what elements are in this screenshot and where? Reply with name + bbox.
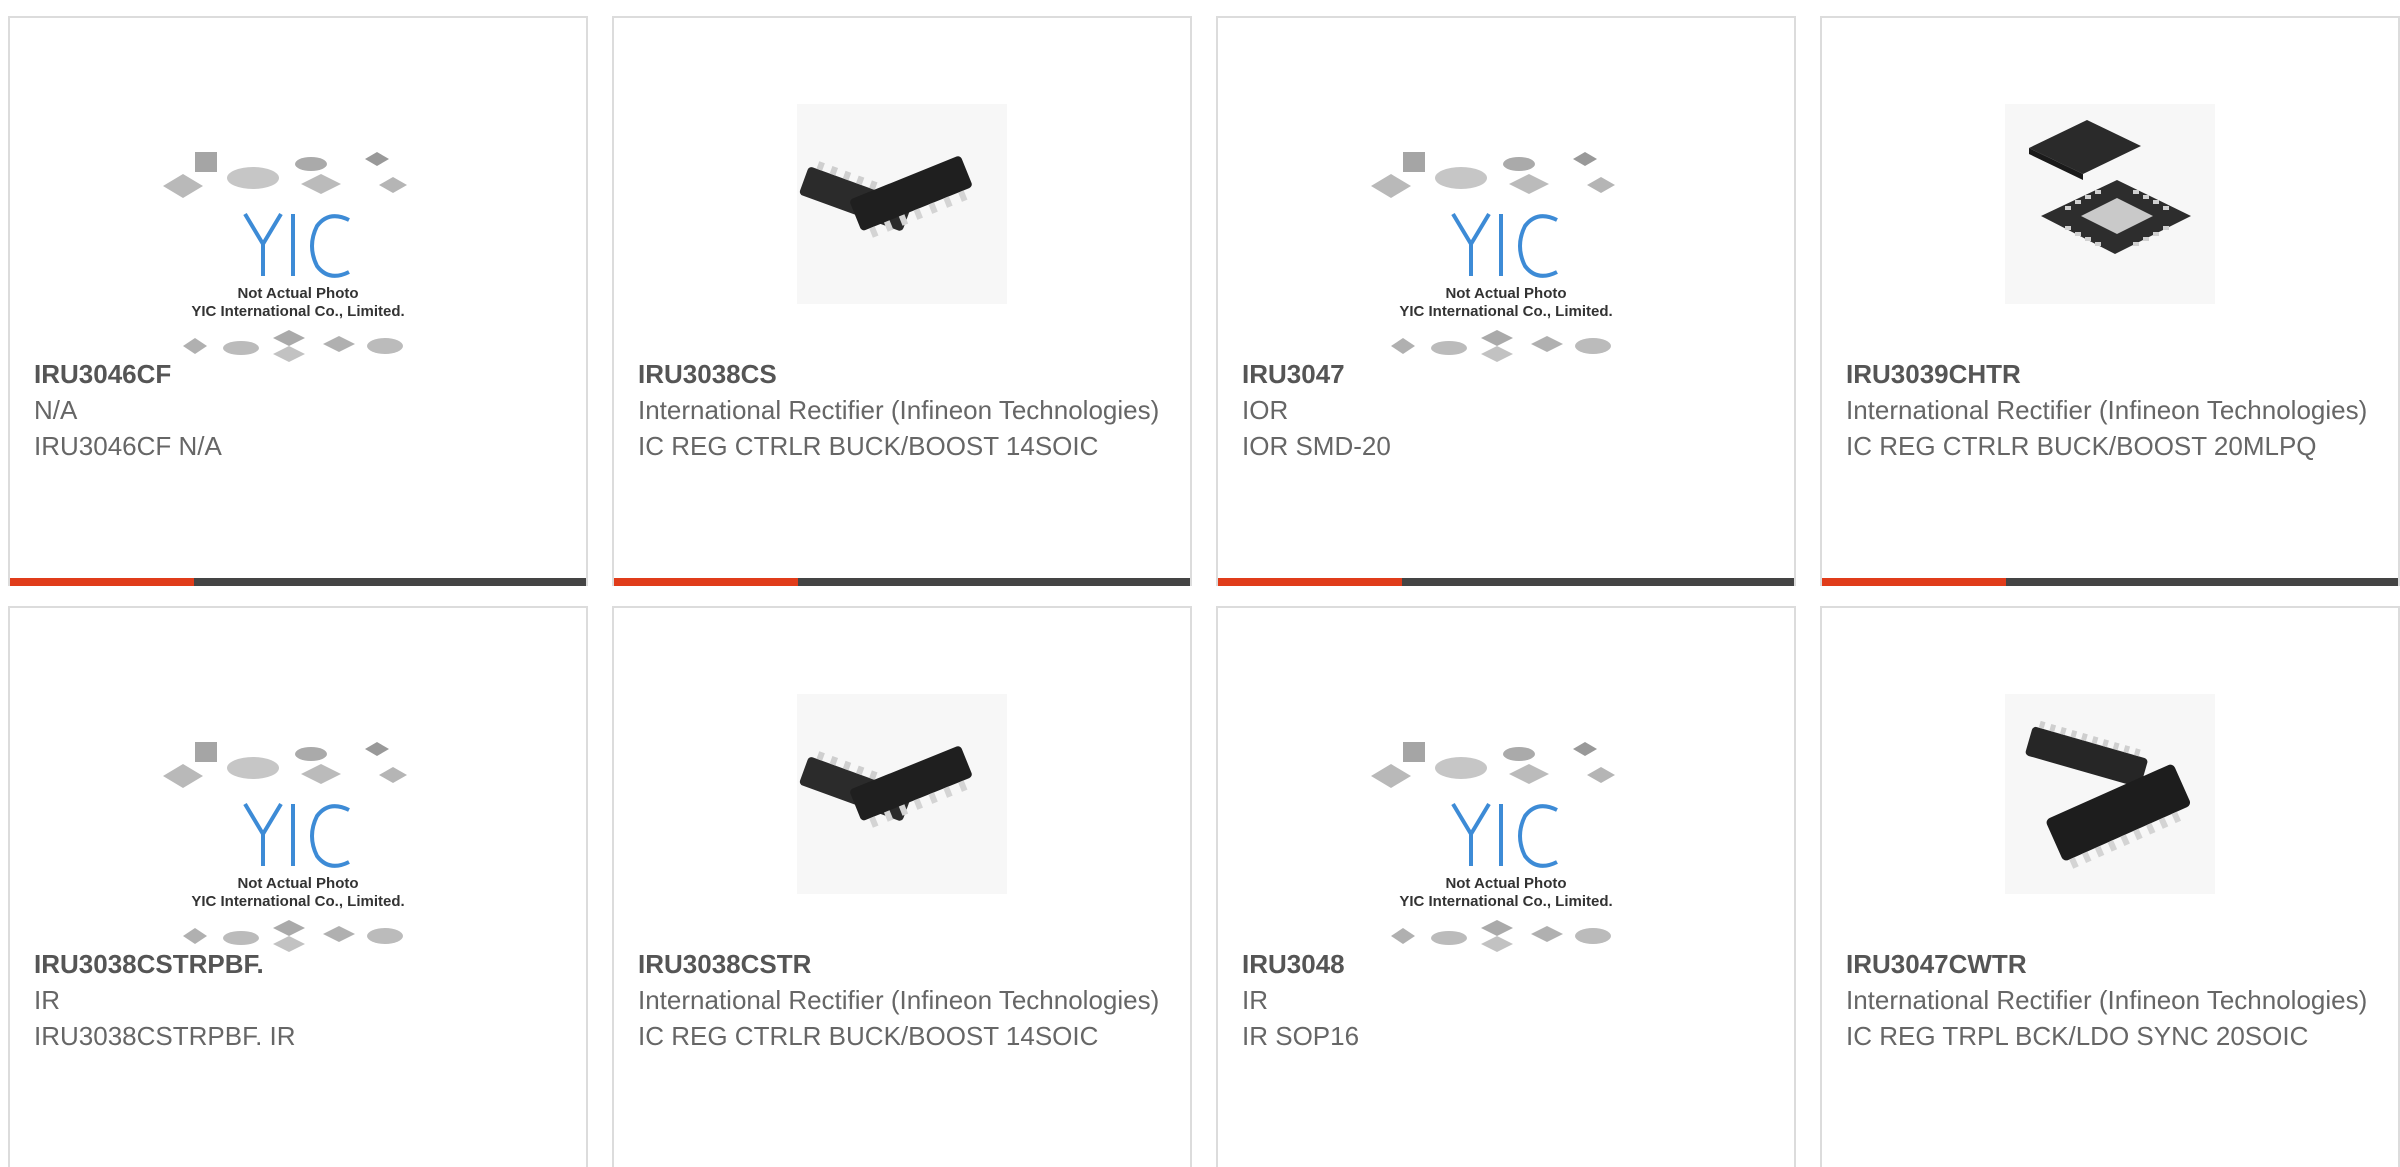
placeholder-image-icon: Not Actual Photo YIC International Co., … bbox=[163, 742, 407, 952]
part-number[interactable]: IRU3047 bbox=[1242, 356, 1770, 392]
part-number[interactable]: IRU3048 bbox=[1242, 946, 1770, 982]
description: IR SOP16 bbox=[1242, 1021, 1360, 1051]
manufacturer: International Rectifier (Infineon Techno… bbox=[1846, 395, 2368, 425]
card-bottom-bar bbox=[1822, 578, 2398, 586]
svg-text:YIC International Co., Limited: YIC International Co., Limited. bbox=[191, 893, 404, 910]
product-image[interactable]: Not Actual Photo YIC International Co., … bbox=[10, 668, 586, 958]
manufacturer: IR bbox=[34, 985, 60, 1015]
part-number[interactable]: IRU3039CHTR bbox=[1846, 356, 2374, 392]
part-number[interactable]: IRU3038CS bbox=[638, 356, 1166, 392]
description: IC REG CTRLR BUCK/BOOST 14SOIC bbox=[638, 431, 1099, 461]
soic-20-chip-icon bbox=[2005, 694, 2215, 894]
part-number[interactable]: IRU3038CSTRPBF. bbox=[34, 946, 562, 982]
card-accent-bar bbox=[1822, 578, 2007, 586]
svg-text:Not Actual Photo: Not Actual Photo bbox=[1445, 875, 1566, 892]
card-accent-bar bbox=[614, 578, 799, 586]
placeholder-image-icon: Not Actual Photo YIC International Co., … bbox=[1371, 742, 1615, 952]
card-accent-bar bbox=[1218, 578, 1403, 586]
description: IRU3038CSTRPBF. IR bbox=[34, 1021, 296, 1051]
description: IRU3046CF N/A bbox=[34, 431, 222, 461]
product-image[interactable]: Not Actual Photo YIC International Co., … bbox=[1218, 78, 1794, 368]
product-card[interactable]: Not Actual Photo YIC International Co., … bbox=[1216, 606, 1796, 1167]
svg-text:YIC International Co., Limited: YIC International Co., Limited. bbox=[191, 303, 404, 320]
product-image[interactable] bbox=[1822, 668, 2398, 958]
product-image[interactable] bbox=[1822, 78, 2398, 368]
card-bottom-bar bbox=[614, 578, 1190, 586]
product-card[interactable]: Not Actual Photo YIC International Co., … bbox=[8, 606, 588, 1167]
part-number[interactable]: IRU3047CWTR bbox=[1846, 946, 2374, 982]
product-image[interactable] bbox=[614, 668, 1190, 958]
product-card[interactable]: IRU3047CWTR International Rectifier (Inf… bbox=[1820, 606, 2400, 1167]
product-card[interactable]: IRU3038CSTR International Rectifier (Inf… bbox=[612, 606, 1192, 1167]
description: IOR SMD-20 bbox=[1242, 431, 1391, 461]
card-bottom-bar bbox=[10, 578, 586, 586]
product-image[interactable]: Not Actual Photo YIC International Co., … bbox=[10, 78, 586, 368]
svg-text:YIC International Co., Limited: YIC International Co., Limited. bbox=[1399, 303, 1612, 320]
svg-text:Not Actual Photo: Not Actual Photo bbox=[237, 875, 358, 892]
product-image[interactable]: Not Actual Photo YIC International Co., … bbox=[1218, 668, 1794, 958]
manufacturer: N/A bbox=[34, 395, 78, 425]
manufacturer: International Rectifier (Infineon Techno… bbox=[638, 985, 1160, 1015]
manufacturer: International Rectifier (Infineon Techno… bbox=[638, 395, 1160, 425]
description: IC REG CTRLR BUCK/BOOST 20MLPQ bbox=[1846, 431, 2317, 461]
description: IC REG CTRLR BUCK/BOOST 14SOIC bbox=[638, 1021, 1099, 1051]
svg-text:YIC International Co., Limited: YIC International Co., Limited. bbox=[1399, 893, 1612, 910]
mlpq-20-chip-icon bbox=[2005, 104, 2215, 304]
product-card[interactable]: IRU3039CHTR International Rectifier (Inf… bbox=[1820, 16, 2400, 586]
svg-text:Not Actual Photo: Not Actual Photo bbox=[1445, 285, 1566, 302]
product-image[interactable] bbox=[614, 78, 1190, 368]
placeholder-image-icon: Not Actual Photo YIC International Co., … bbox=[163, 152, 407, 362]
placeholder-image-icon: Not Actual Photo YIC International Co., … bbox=[1371, 152, 1615, 362]
manufacturer: IOR bbox=[1242, 395, 1289, 425]
svg-text:Not Actual Photo: Not Actual Photo bbox=[237, 285, 358, 302]
manufacturer: International Rectifier (Infineon Techno… bbox=[1846, 985, 2368, 1015]
part-number[interactable]: IRU3038CSTR bbox=[638, 946, 1166, 982]
description: IC REG TRPL BCK/LDO SYNC 20SOIC bbox=[1846, 1021, 2309, 1051]
part-number[interactable]: IRU3046CF bbox=[34, 356, 562, 392]
product-card[interactable]: Not Actual Photo YIC International Co., … bbox=[8, 16, 588, 586]
soic-14-chip-icon bbox=[797, 104, 1007, 304]
card-bottom-bar bbox=[1218, 578, 1794, 586]
product-card[interactable]: IRU3038CS International Rectifier (Infin… bbox=[612, 16, 1192, 586]
manufacturer: IR bbox=[1242, 985, 1268, 1015]
product-card[interactable]: Not Actual Photo YIC International Co., … bbox=[1216, 16, 1796, 586]
card-accent-bar bbox=[10, 578, 195, 586]
soic-14-chip-icon bbox=[797, 694, 1007, 894]
